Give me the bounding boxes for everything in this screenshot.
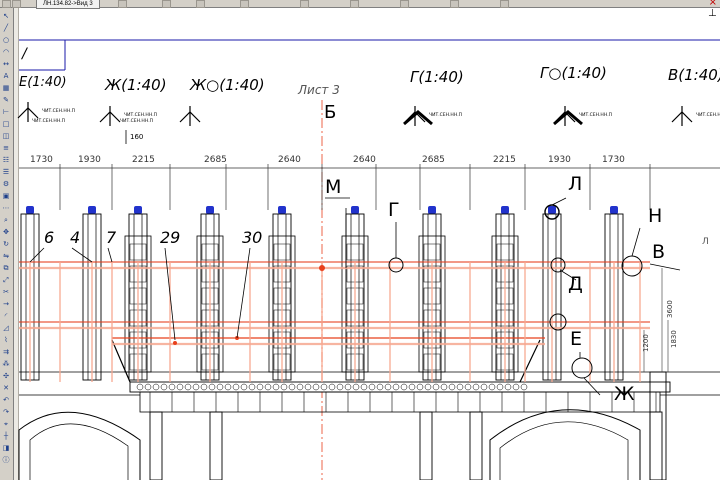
- dimension-value-4: 2640: [278, 155, 301, 165]
- left-arch: [18, 411, 141, 480]
- callout-label-1: Л: [568, 173, 582, 195]
- view-title-2: Ж○(1:40): [189, 76, 265, 94]
- vertical-dim-1: 1200: [642, 334, 650, 352]
- callout-label-7: Ж: [614, 383, 635, 405]
- sheet-label: Лист 3: [297, 83, 340, 97]
- dimension-value-9: 1730: [602, 155, 625, 165]
- view-note-4: ЧИТ.СЕН.НН.П: [579, 112, 612, 118]
- column-marker-5: [351, 206, 359, 214]
- column-marker-0: [26, 206, 34, 214]
- column-marker-6: [428, 206, 436, 214]
- right-arch: [489, 409, 641, 480]
- view-title-4: Г○(1:40): [540, 64, 607, 82]
- dimension-value-5: 2640: [353, 155, 376, 165]
- vertical-dim-0: 3600: [666, 300, 674, 318]
- part-number-2: 7: [106, 228, 117, 247]
- dimension-value-0: 1730: [30, 155, 53, 165]
- column-marker-7: [501, 206, 509, 214]
- column-marker-9: [610, 206, 618, 214]
- column-marker-2: [134, 206, 142, 214]
- top-right-sheet-mark: ⊥: [708, 8, 717, 19]
- part-number-3: 29: [160, 228, 180, 247]
- dimension-value-2: 2215: [132, 155, 155, 165]
- part-leader-2: [107, 247, 113, 263]
- callout-leader-3: [631, 227, 641, 257]
- part-number-4: 30: [242, 228, 262, 247]
- callout-circle-4: [571, 357, 593, 379]
- svg-text:/: /: [20, 46, 28, 62]
- pier-4: [649, 411, 663, 480]
- pier-2: [419, 411, 433, 480]
- callout-label-6: Е: [570, 328, 582, 350]
- pier-1: [209, 411, 223, 480]
- dimension-value-3: 2685: [204, 155, 227, 165]
- section-label: Б: [324, 102, 336, 123]
- edge-label: Л: [702, 237, 709, 247]
- view-note-extra-0: ЧИТ.СЕН.НН.П: [32, 118, 65, 124]
- callout-leader-4: [649, 263, 681, 271]
- column-marker-4: [278, 206, 286, 214]
- axis-node: [319, 265, 325, 271]
- cad-drawing-canvas[interactable]: / ⊥ Е(1:40) ЧИТ.СЕН.НН.П Ж(1:40) ЧИТ.СЕН.НН…: [0, 0, 720, 480]
- view-note-3: ЧИТ.СЕН.НН.П: [429, 112, 462, 118]
- part-number-0: 6: [44, 228, 54, 247]
- dimension-value-6: 2685: [422, 155, 445, 165]
- view-title-1: Ж(1:40): [104, 76, 167, 94]
- callout-label-2: Г: [388, 199, 400, 221]
- dimension-value-1: 1930: [78, 155, 101, 165]
- dimension-value-8: 1930: [548, 155, 571, 165]
- callout-circle-2: [621, 255, 643, 277]
- column-marker-3: [206, 206, 214, 214]
- part-leader-0: [29, 247, 45, 263]
- callout-label-0: М: [325, 176, 341, 198]
- view-title-3: Г(1:40): [410, 68, 464, 86]
- callout-label-4: В: [652, 241, 665, 263]
- view-note-0: ЧИТ.СЕН.НН.П: [42, 108, 75, 114]
- part-number-1: 4: [70, 228, 80, 247]
- vertical-dim-2: 1830: [670, 330, 678, 348]
- view-title-5: В(1:40): [668, 66, 720, 84]
- callout-label-3: Н: [648, 205, 662, 227]
- dimension-value-7: 2215: [493, 155, 516, 165]
- pier-0: [149, 411, 163, 480]
- column-marker-1: [88, 206, 96, 214]
- view-note-extra-1: ЧИТ.СЕН.НН.П: [120, 118, 153, 124]
- part-leader-1: [71, 247, 93, 263]
- platform-beam: [139, 391, 661, 413]
- view-dim-1: 160: [130, 133, 143, 141]
- callout-circle-1: [550, 257, 566, 273]
- pier-3: [469, 411, 483, 480]
- svg-text:⊥: ⊥: [708, 8, 717, 19]
- callout-leader-2: [551, 197, 567, 206]
- view-title-0: Е(1:40): [19, 75, 67, 90]
- callout-circle-0: [388, 257, 404, 273]
- column-marker-8: [548, 206, 556, 214]
- view-note-5: ЧИТ.СЕН.НН.П: [696, 112, 720, 118]
- view-note-1: ЧИТ.СЕН.НН.П: [124, 112, 157, 118]
